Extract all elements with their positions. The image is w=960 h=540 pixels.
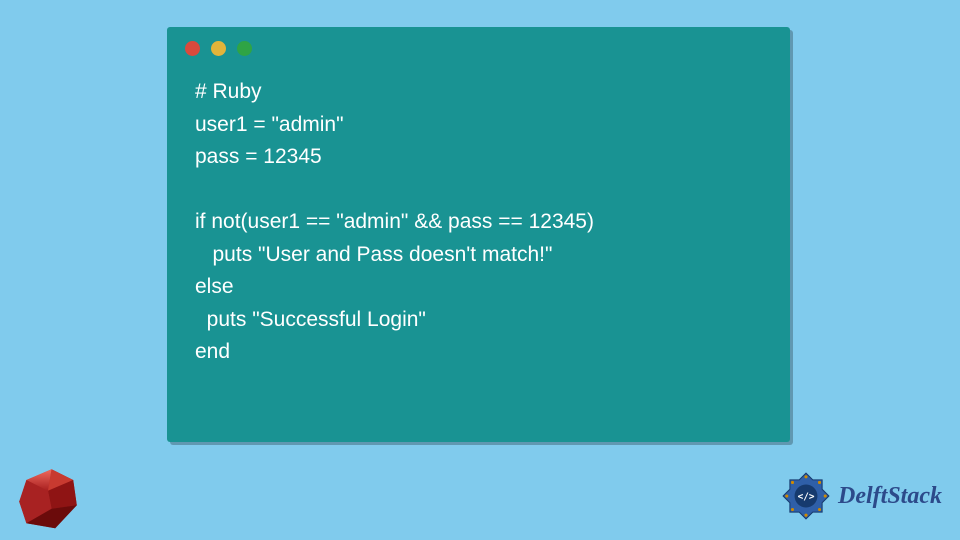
code-window: # Ruby user1 = "admin" pass = 12345 if n…: [167, 27, 790, 442]
window-maximize-dot: [237, 41, 252, 56]
window-minimize-dot: [211, 41, 226, 56]
window-close-dot: [185, 41, 200, 56]
svg-text:</>: </>: [798, 492, 815, 503]
window-titlebar: [167, 27, 790, 62]
delftstack-label: DelftStack: [838, 483, 942, 510]
delftstack-branding: </> DelftStack: [780, 470, 942, 522]
code-body: # Ruby user1 = "admin" pass = 12345 if n…: [167, 62, 790, 389]
delftstack-logo-icon: </>: [780, 470, 832, 522]
ruby-gem-icon: [12, 462, 84, 534]
